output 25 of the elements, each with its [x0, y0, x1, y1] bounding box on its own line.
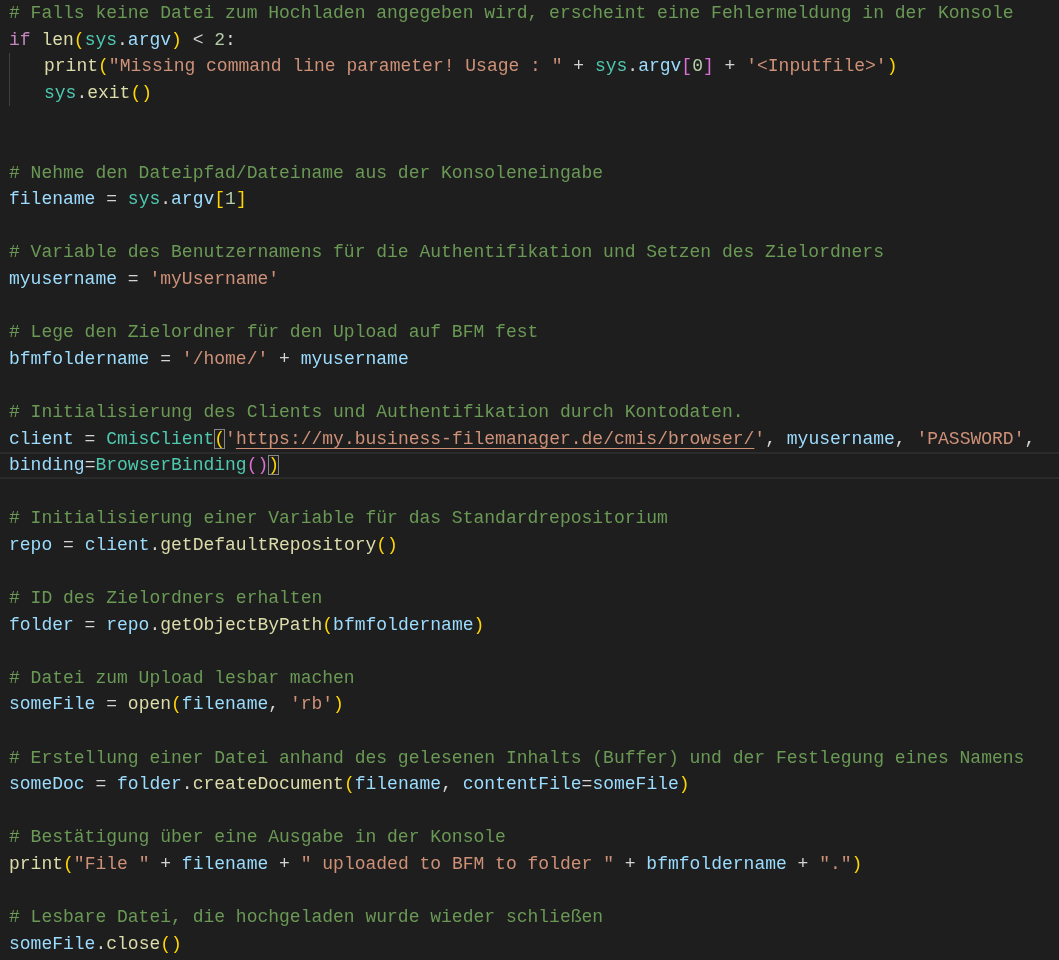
- code-line: # Lege den Zielordner für den Upload auf BFM fest: [9, 322, 539, 343]
- code-line: binding=BrowserBinding()): [9, 455, 280, 476]
- code-line: bfmfoldername = '/home/' + myusername: [9, 348, 409, 369]
- code-line: # Falls keine Datei zum Hochladen angegeben wird, erscheint eine Fehlermeldung in der Konsole: [9, 3, 1014, 23]
- code-line: print("Missing command line parameter! Usage : " + sys.argv[0] + '<Inputfile>'): [44, 56, 898, 77]
- code-line: # Initialisierung einer Variable für das Standardrepositorium: [9, 508, 668, 529]
- code-line: repo = client.getDefaultRepository(): [9, 534, 398, 555]
- code-line: # Datei zum Upload lesbar machen: [9, 667, 355, 688]
- code-line: someDoc = folder.createDocument(filename, contentFile=someFile): [9, 774, 690, 795]
- code-line: # Variable des Benutzernamens für die Authentifikation und Setzen des Zielordners: [9, 242, 884, 263]
- code-line: # Initialisierung des Clients und Authentifikation durch Kontodaten.: [9, 401, 744, 422]
- code-line: sys.exit(): [44, 82, 153, 103]
- code-line: # Erstellung einer Datei anhand des gelesenen Inhalts (Buffer) und der Festlegung eines Namens: [9, 747, 1025, 768]
- code-line: # ID des Zielordners erhalten: [9, 588, 323, 609]
- code-line: if len(sys.argv) < 2:: [9, 29, 236, 50]
- code-line: someFile.close(): [9, 933, 182, 954]
- code-line: someFile = open(filename, 'rb'): [9, 694, 344, 715]
- code-line: # Bestätigung über eine Ausgabe in der Konsole: [9, 827, 506, 848]
- code-line: # Nehme den Dateipfad/Dateiname aus der Konsoleneingabe: [9, 162, 604, 183]
- code-line: print("File " + filename + " uploaded to BFM to folder " + bfmfoldername + "."): [9, 854, 863, 874]
- code-line: filename = sys.argv[1]: [9, 189, 247, 210]
- code-line: folder = repo.getObjectByPath(bfmfoldername): [9, 614, 485, 635]
- code-line: # Lesbare Datei, die hochgeladen wurde wieder schließen: [9, 907, 604, 928]
- code-line: client = CmisClient('https://my.business-filemanager.de/cmis/browser/', myusername, 'PASSWORD',: [9, 428, 1036, 449]
- code-line: myusername = 'myUsername': [9, 268, 280, 289]
